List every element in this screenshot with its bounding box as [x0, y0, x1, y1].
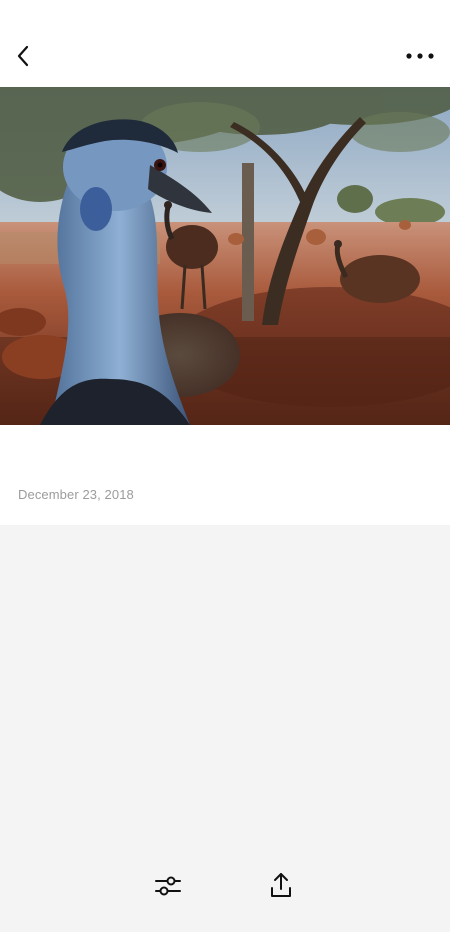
photo-date: December 23, 2018	[18, 487, 134, 502]
adjust-button[interactable]	[153, 871, 183, 901]
share-upload-icon	[271, 873, 291, 897]
sliders-icon	[155, 876, 181, 896]
photo-details: December 23, 2018	[0, 425, 450, 525]
bottom-toolbar	[0, 853, 450, 932]
more-options-button[interactable]	[402, 44, 438, 68]
photo-image	[0, 87, 450, 425]
photo-detail-screen: December 23, 2018	[0, 0, 450, 932]
top-navigation-bar	[0, 0, 450, 87]
back-button[interactable]	[8, 40, 38, 72]
more-horizontal-icon	[406, 53, 434, 59]
share-button[interactable]	[266, 870, 296, 900]
emu-photo[interactable]	[0, 87, 450, 425]
content-area	[0, 525, 450, 853]
chevron-left-icon	[17, 45, 29, 67]
